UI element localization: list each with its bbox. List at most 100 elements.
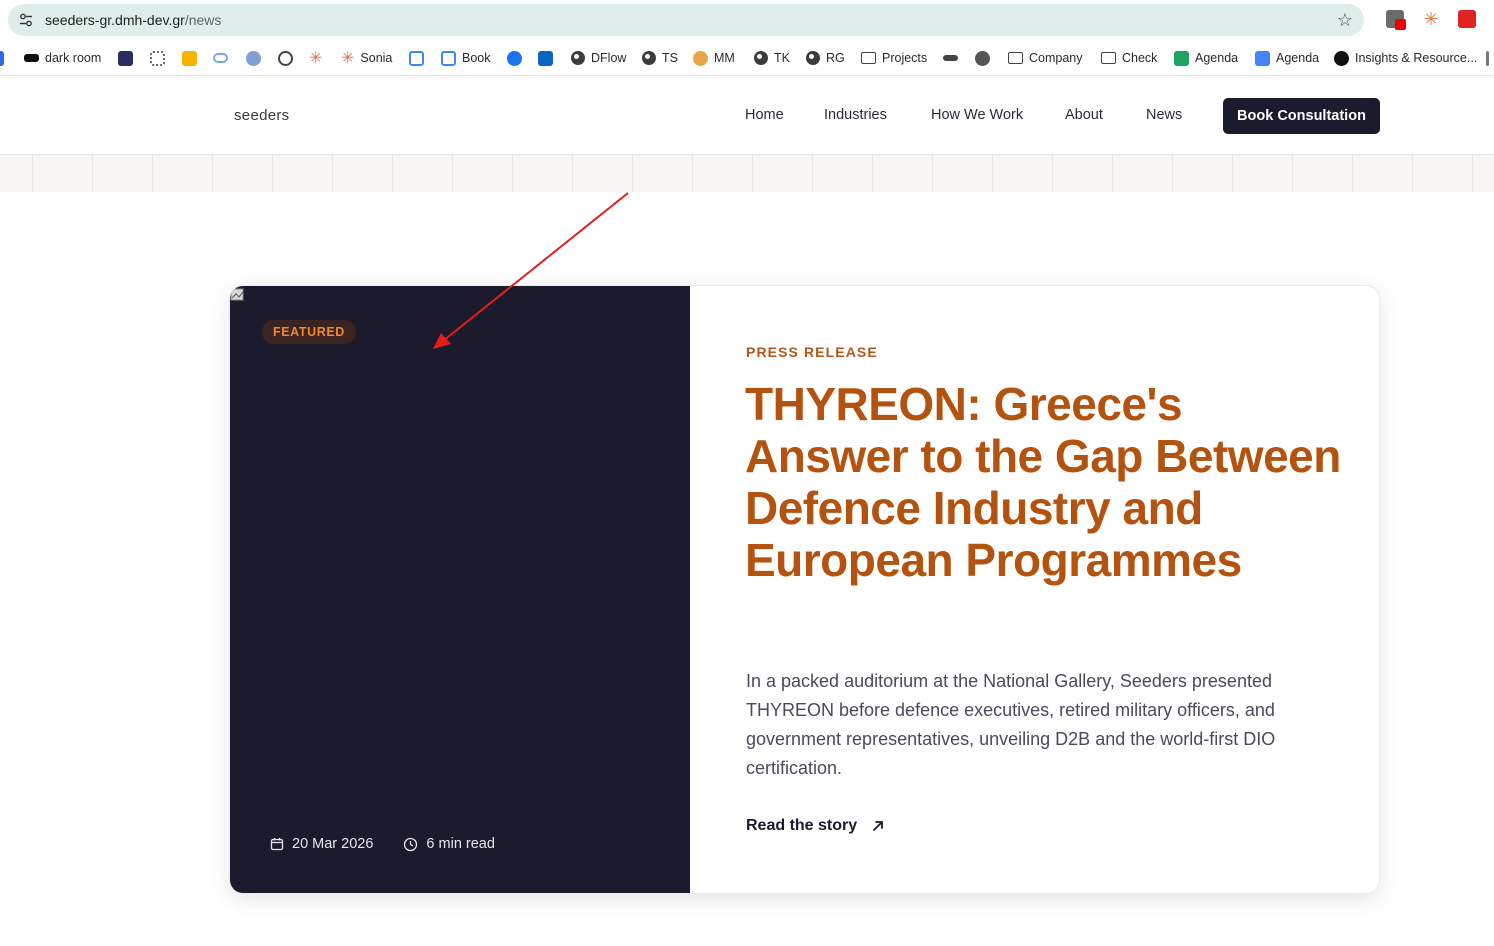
bookmark-label: TS: [662, 51, 678, 65]
bookmark-label: Company: [1029, 51, 1083, 65]
bookmark-item[interactable]: [1486, 49, 1489, 67]
bookmark-item[interactable]: [246, 49, 261, 67]
calendar-icon: [409, 50, 424, 66]
linkedin-icon: [538, 50, 553, 66]
openai-icon: [278, 50, 293, 66]
article-meta: 20 Mar 2026 6 min read: [270, 836, 495, 852]
bookmark-item[interactable]: Agenda: [1255, 49, 1319, 67]
bookmark-label: Agenda: [1195, 51, 1239, 65]
bookmark-item[interactable]: Insights & Resource...: [1334, 49, 1477, 67]
folder-icon: [861, 52, 876, 64]
bookmark-item[interactable]: [507, 49, 522, 67]
nav-news[interactable]: News: [1146, 107, 1182, 123]
folder-icon: [1101, 52, 1116, 64]
bookmark-item[interactable]: TK: [754, 49, 790, 67]
bookmark-label: Check: [1122, 51, 1158, 65]
arrow-up-right-icon: [873, 821, 884, 831]
wave-icon: [943, 55, 958, 61]
read-time: 6 min read: [426, 836, 495, 852]
claude-extension-icon[interactable]: ✳: [1422, 10, 1440, 28]
bookmark-item[interactable]: [150, 49, 165, 67]
article-title[interactable]: THYREON: Greece's Answer to the Gap Betw…: [745, 378, 1345, 586]
bookmark-label: RG: [826, 51, 845, 65]
bookmark-item[interactable]: Projects: [861, 49, 927, 67]
bookmark-item[interactable]: Check: [1101, 49, 1157, 67]
bookmark-label: Insights & Resource...: [1355, 51, 1478, 65]
read-the-story-label: Read the story: [746, 817, 858, 834]
nav-about[interactable]: About: [1065, 107, 1103, 123]
person-icon: [0, 50, 4, 66]
featured-badge: FEATURED: [262, 320, 356, 344]
bookmark-label: TK: [774, 51, 790, 65]
folder-icon: [1008, 52, 1023, 64]
claude-icon: ✳: [309, 50, 323, 67]
bookmark-item[interactable]: [118, 49, 133, 67]
nav-industries[interactable]: Industries: [824, 107, 887, 123]
bookmark-item[interactable]: ✳ Sonia: [341, 49, 392, 67]
bookmark-item[interactable]: [409, 49, 424, 67]
graph-icon: [150, 50, 165, 66]
app-icon: [118, 50, 133, 66]
bookmark-item[interactable]: [0, 49, 4, 67]
bookmark-label: dark room: [45, 51, 102, 65]
featured-image-area: FEATURED 20 Mar 2026 6 min read: [230, 286, 690, 893]
bookmark-item[interactable]: [182, 49, 197, 67]
link-icon: [213, 53, 228, 63]
bookmark-label: MM: [714, 51, 735, 65]
url-path: /news: [184, 12, 222, 28]
mm-icon: [693, 50, 708, 66]
featured-article-body: PRESS RELEASE THYREON: Greece's Answer t…: [690, 286, 1379, 893]
bookmark-item[interactable]: [278, 49, 293, 67]
globe-icon: [642, 51, 656, 65]
bookmark-item[interactable]: TS: [642, 49, 678, 67]
article-excerpt: In a packed auditorium at the National G…: [746, 671, 1276, 778]
read-the-story-link[interactable]: Read the story: [746, 817, 885, 835]
bookmark-label: Book: [462, 51, 491, 65]
url-host: seeders-gr.dmh-dev.gr: [45, 12, 185, 28]
bookmark-star-icon[interactable]: ☆: [1335, 10, 1355, 30]
bookmark-item[interactable]: Company: [1008, 49, 1083, 67]
site-header: seeders Home Industries How We Work Abou…: [0, 77, 1494, 155]
extension-record-icon[interactable]: [1386, 10, 1406, 30]
featured-article-card[interactable]: FEATURED 20 Mar 2026 6 min read PRESS RE…: [229, 285, 1380, 894]
calendar-icon: [270, 838, 284, 851]
browser-toolbar: seeders-gr.dmh-dev.gr/news ☆ ✳: [0, 0, 1494, 40]
more-bookmarks-icon: [1486, 50, 1489, 66]
bookmark-item[interactable]: Agenda: [1174, 49, 1238, 67]
globe-icon: [754, 51, 768, 65]
bookmarks-bar: dark room ✳ ✳ Sonia Book DFlow TS MM TK R…: [0, 40, 1494, 76]
bookmark-item[interactable]: ✳: [309, 49, 322, 67]
book-consultation-button[interactable]: Book Consultation: [1223, 98, 1380, 134]
bookmark-item[interactable]: dark room: [24, 49, 101, 67]
site-info-icon[interactable]: [18, 12, 34, 28]
claude-icon: ✳: [341, 50, 355, 67]
keep-icon: [182, 50, 197, 66]
nav-home[interactable]: Home: [745, 107, 784, 123]
darkroom-icon: [24, 54, 39, 62]
bookmark-label: Sonia: [360, 51, 393, 65]
bookmark-item[interactable]: DFlow: [571, 49, 626, 67]
bookmark-item[interactable]: RG: [806, 49, 845, 67]
broken-image-icon: [230, 288, 244, 301]
globe-icon: [571, 51, 585, 65]
article-date: 20 Mar 2026: [292, 836, 374, 852]
triangle-icon: [1334, 50, 1349, 66]
grid-background-strip: [0, 155, 1494, 192]
bookmark-item[interactable]: [975, 49, 990, 67]
check-circle-icon: [507, 50, 522, 66]
site-logo[interactable]: seeders: [234, 107, 289, 124]
address-bar[interactable]: seeders-gr.dmh-dev.gr/news ☆: [8, 4, 1364, 36]
extension-menu-icon[interactable]: [1458, 10, 1476, 28]
article-category: PRESS RELEASE: [746, 344, 878, 360]
docs-icon: [1255, 50, 1270, 66]
clock-icon: [404, 837, 418, 851]
bookmark-item[interactable]: MM: [693, 49, 735, 67]
chrome-icon: [975, 50, 990, 66]
nav-how-we-work[interactable]: How We Work: [931, 107, 1023, 123]
url-text[interactable]: seeders-gr.dmh-dev.gr/news: [45, 12, 221, 28]
bookmark-item[interactable]: [213, 49, 228, 67]
bookmark-item[interactable]: [538, 49, 553, 67]
bookmark-item[interactable]: Book: [441, 49, 491, 67]
calendar-icon: [441, 50, 456, 66]
bookmark-item[interactable]: [943, 49, 958, 67]
